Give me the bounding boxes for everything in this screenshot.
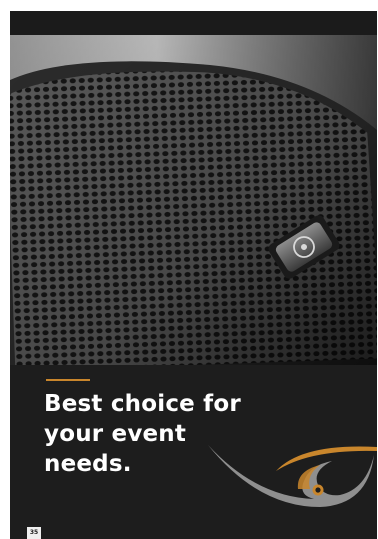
accent-line (46, 379, 90, 381)
top-bar (10, 11, 377, 35)
brand-swoosh-logo (208, 445, 377, 507)
headline-line-2: your event (44, 421, 187, 447)
brochure-page: Best choice for your event needs. 35 (10, 11, 377, 539)
speaker-grille-photo (10, 35, 377, 365)
page-number: 35 (27, 527, 41, 539)
headline-line-1: Best choice for (44, 391, 241, 417)
headline-line-3: needs. (44, 451, 132, 477)
